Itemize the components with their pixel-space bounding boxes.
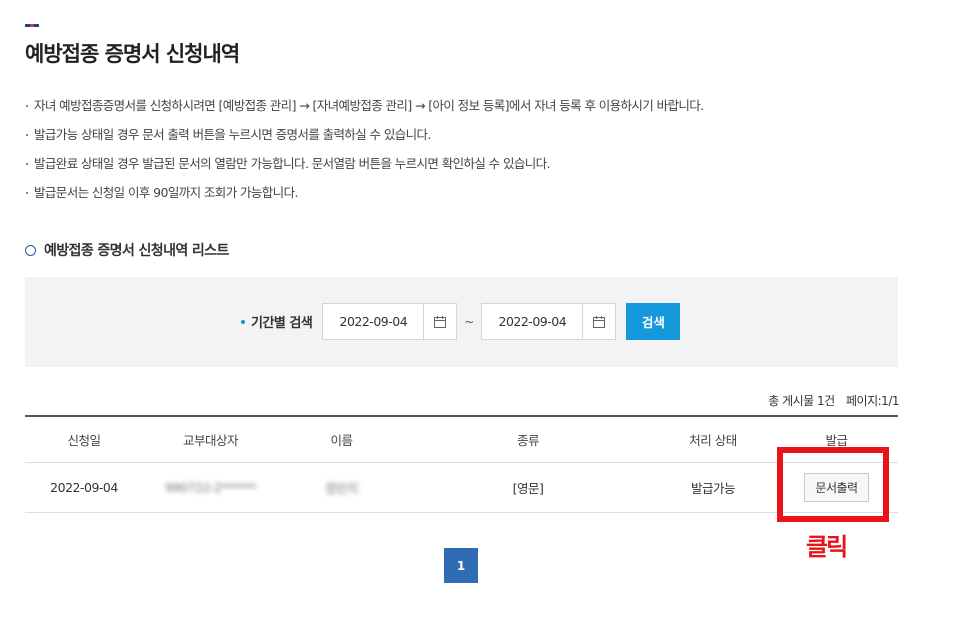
search-label-text: 기간별 검색 [251, 316, 313, 331]
notice-item: 발급완료 상태일 경우 발급된 문서의 열람만 가능합니다. 문서열람 버튼을 … [25, 154, 925, 183]
pagination-page-1[interactable]: 1 [444, 548, 478, 583]
blurred-recipient: 990722-2****** [165, 480, 256, 495]
search-button[interactable]: 검색 [626, 303, 681, 340]
total-count: 총 게시물 1건 [768, 394, 835, 408]
click-highlight-box [777, 447, 889, 522]
search-panel: 기간별 검색 2022-09-04 ~ 2022-09-04 검색 [25, 277, 898, 367]
row-date: 2022-09-04 [50, 480, 118, 495]
search-row: 기간별 검색 2022-09-04 ~ 2022-09-04 검색 [241, 303, 681, 340]
notice-list: 자녀 예방접종증명서를 신청하시려면 [예방접종 관리] → [자녀예방접종 관… [25, 96, 925, 212]
table-row: 2022-09-04 990722-2****** 정민지 [영문] 발급가능 … [25, 463, 898, 513]
section-header: 예방접종 증명서 신청내역 리스트 [25, 240, 229, 260]
page-count: 페이지:1/1 [846, 394, 899, 408]
notice-item: 발급가능 상태일 경우 문서 출력 버튼을 누르시면 증명서를 출력하실 수 있… [25, 125, 925, 154]
column-header-date: 신청일 [67, 433, 101, 448]
row-type: [영문] [512, 481, 544, 496]
bullet-dot-icon [241, 319, 245, 324]
column-header-type: 종류 [516, 433, 540, 448]
row-status: 발급가능 [690, 481, 736, 496]
table-header: 신청일 교부대상자 이름 종류 처리 상태 발급 [25, 417, 898, 463]
blurred-name: 정민지 [324, 481, 359, 496]
paging-info: 총 게시물 1건 페이지:1/1 [760, 392, 899, 409]
page-title: 예방접종 증명서 신청내역 [25, 42, 240, 66]
circle-bullet-icon [25, 244, 36, 256]
end-date-input[interactable]: 2022-09-04 [481, 303, 583, 340]
history-table: 신청일 교부대상자 이름 종류 처리 상태 발급 2022-09-04 9907… [25, 415, 898, 513]
column-header-status: 처리 상태 [689, 433, 737, 448]
notice-item: 자녀 예방접종증명서를 신청하시려면 [예방접종 관리] → [자녀예방접종 관… [25, 96, 925, 125]
search-label: 기간별 검색 [241, 312, 313, 331]
section-title: 예방접종 증명서 신청내역 리스트 [44, 243, 229, 259]
start-date-input[interactable]: 2022-09-04 [322, 303, 424, 340]
start-calendar-icon[interactable] [423, 303, 458, 340]
row-recipient: 990722-2****** [143, 480, 278, 495]
notice-item: 발급문서는 신청일 이후 90일까지 조회가 가능합니다. [25, 183, 925, 212]
row-name: 정민지 [278, 478, 405, 497]
click-annotation: 클릭 [806, 533, 848, 561]
date-separator: ~ [464, 314, 475, 329]
end-calendar-icon[interactable] [582, 303, 617, 340]
column-header-recipient: 교부대상자 [182, 433, 239, 448]
brand-flag-icon [25, 24, 40, 27]
column-header-name: 이름 [330, 433, 353, 448]
